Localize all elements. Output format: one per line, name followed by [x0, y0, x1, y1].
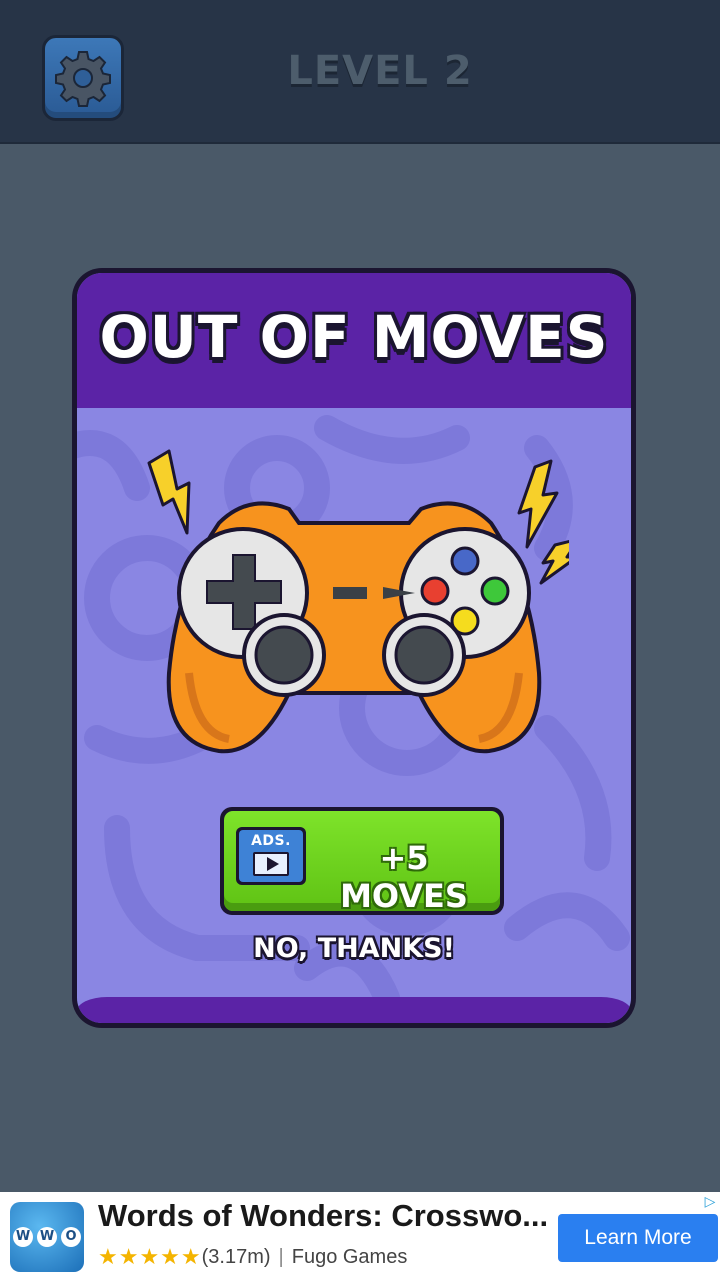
modal-footer: [77, 997, 631, 1023]
gamepad-icon: [147, 449, 569, 754]
ads-icon-label: ADS.: [251, 833, 291, 849]
adchoices-icon[interactable]: ▷: [702, 1194, 718, 1210]
publisher: Fugo Games: [291, 1245, 408, 1268]
watch-ad-button[interactable]: ADS. +5 MOVES: [220, 807, 504, 915]
ad-banner[interactable]: W W O Words of Wonders: Crosswo... ★★★★★…: [0, 1192, 720, 1280]
blue-button-icon: [450, 546, 480, 576]
app-icon[interactable]: W W O: [10, 1202, 84, 1272]
lightning-bolt-icon: [147, 449, 191, 535]
out-of-moves-modal: OUT OF MOVES ADS. +5 MOVES NO, THANKS!: [72, 268, 636, 1028]
video-ad-icon: ADS.: [236, 827, 306, 885]
ad-app-name[interactable]: Words of Wonders: Crosswo...: [98, 1198, 548, 1234]
lightning-bolt-icon: [539, 539, 569, 585]
separator: |: [278, 1245, 284, 1268]
modal-body: OUT OF MOVES ADS. +5 MOVES NO, THANKS!: [77, 273, 631, 1023]
lightning-bolt-icon: [517, 459, 559, 549]
play-icon: [253, 852, 289, 876]
app-icon-letter: W: [13, 1227, 33, 1247]
gear-icon: [55, 51, 111, 107]
app-icon-letter: O: [61, 1227, 81, 1247]
settings-button[interactable]: [42, 35, 124, 121]
rating-stars-icon: ★★★★★: [98, 1244, 202, 1269]
left-thumbstick-icon: [254, 625, 314, 685]
right-thumbstick-icon: [394, 625, 454, 685]
top-bar: LEVEL 2: [0, 0, 720, 144]
learn-more-button[interactable]: Learn More: [558, 1214, 718, 1262]
app-icon-letter: W: [37, 1227, 57, 1247]
no-thanks-button[interactable]: NO, THANKS!: [77, 933, 631, 964]
watch-ad-button-face: ADS. +5 MOVES: [224, 811, 500, 915]
modal-title: OUT OF MOVES: [99, 303, 609, 371]
green-button-icon: [480, 576, 510, 606]
ad-subtitle: ★★★★★ (3.17m) | Fugo Games: [98, 1242, 548, 1272]
level-title: LEVEL 2: [287, 48, 473, 94]
red-button-icon: [420, 576, 450, 606]
rating-count: (3.17m): [201, 1245, 271, 1268]
watch-ad-label: +5 MOVES: [340, 839, 468, 915]
